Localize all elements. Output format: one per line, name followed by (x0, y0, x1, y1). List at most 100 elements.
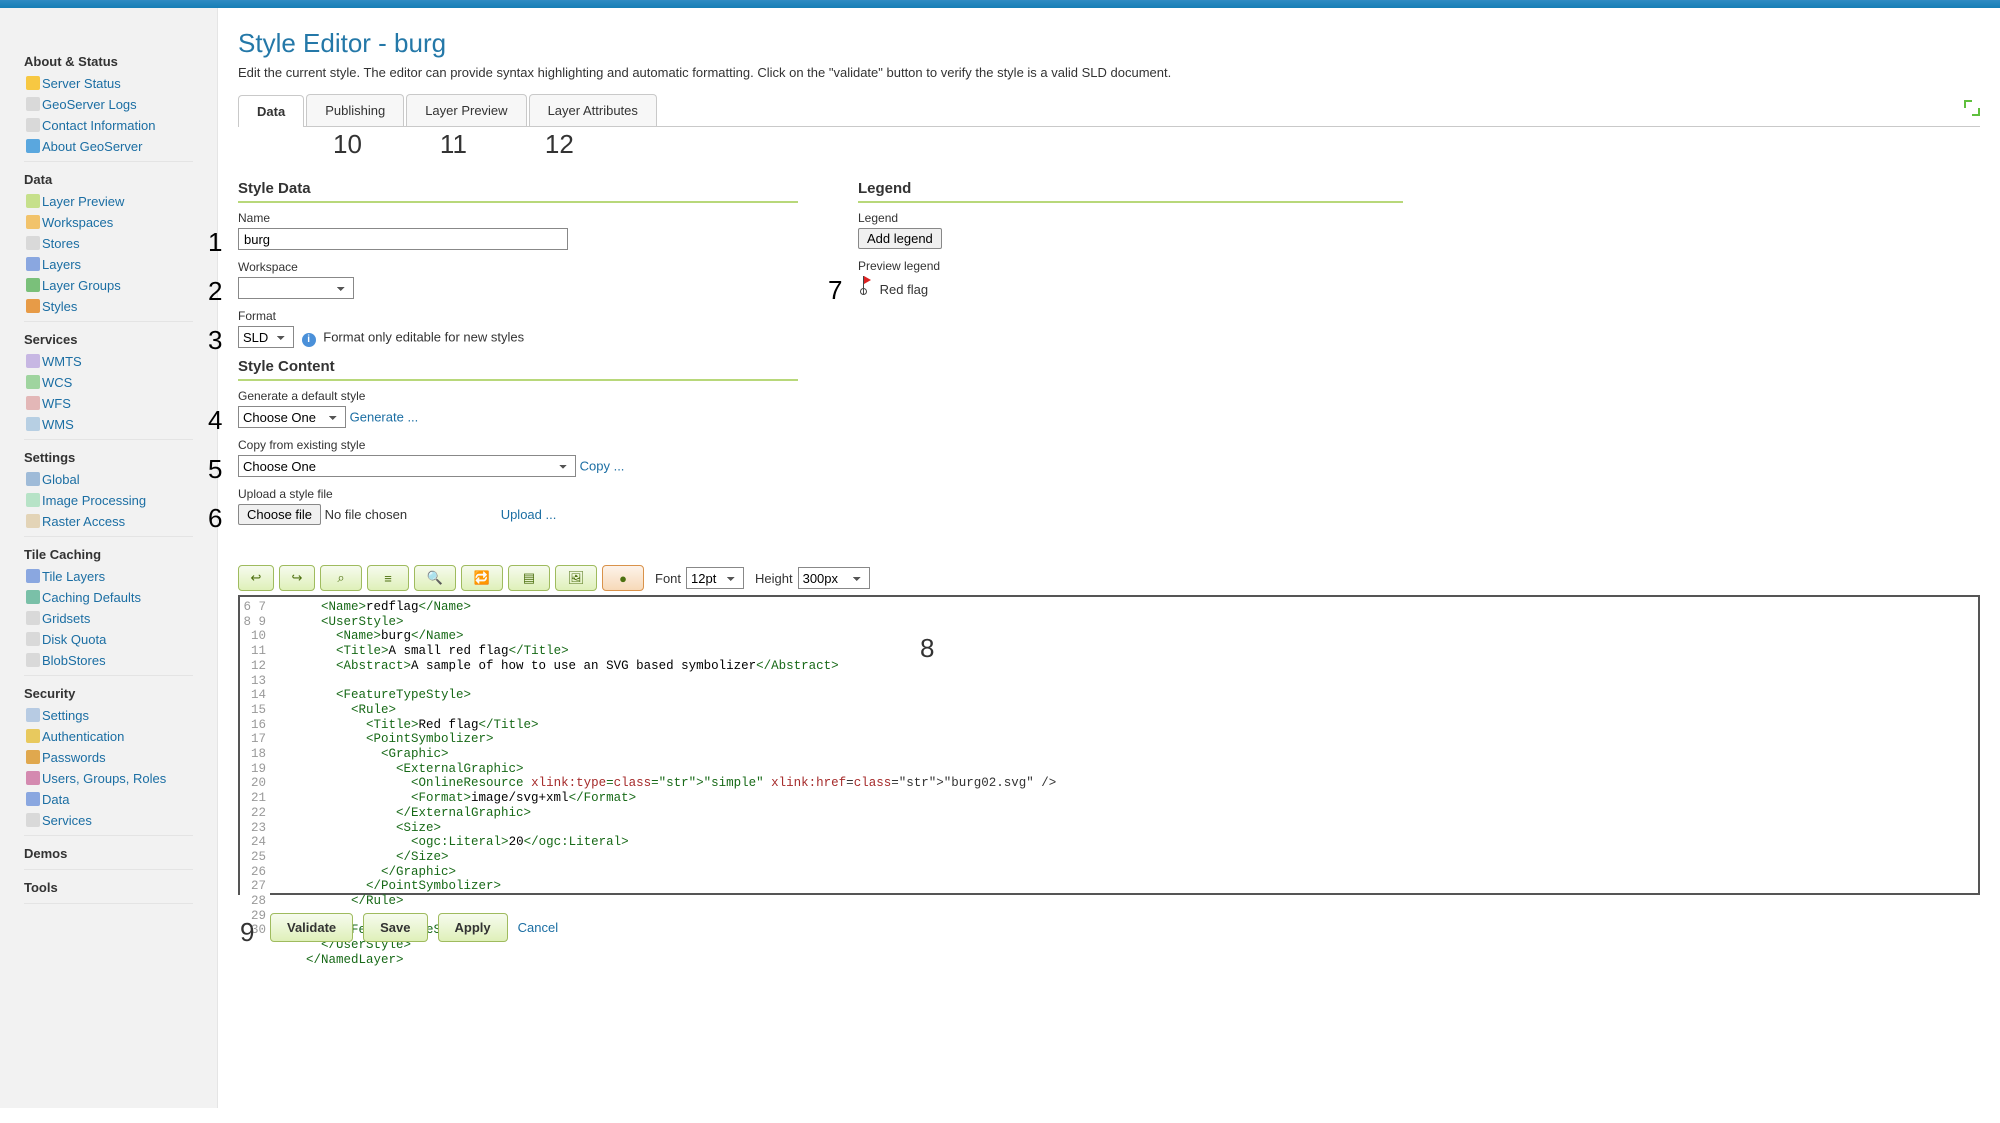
sidebar-item-icon (26, 354, 40, 368)
goto-button[interactable]: ⌕ (320, 565, 362, 591)
sidebar-item-passwords[interactable]: Passwords (0, 747, 217, 768)
callout-11: 11 (440, 129, 467, 160)
undo-button[interactable]: ↩ (238, 565, 274, 591)
page-subtitle: Edit the current style. The editor can p… (238, 65, 1980, 80)
copy-select[interactable]: Choose One (238, 455, 576, 477)
tab-data[interactable]: Data (238, 95, 304, 127)
height-label: Height (755, 571, 793, 586)
find-button[interactable]: 🔍 (414, 565, 456, 591)
font-select[interactable]: 12pt (686, 567, 744, 589)
validate-button[interactable]: Validate (270, 913, 353, 942)
findreplace-button[interactable]: 🔁 (461, 565, 503, 591)
callout-12: 12 (545, 129, 574, 160)
code-editor[interactable]: 6 7 8 9 10 11 12 13 14 15 16 17 18 19 20… (238, 595, 1980, 895)
callout-4: 4 (208, 405, 222, 436)
font-label: Font (655, 571, 681, 586)
sidebar-item-gridsets[interactable]: Gridsets (0, 608, 217, 629)
apply-button[interactable]: Apply (438, 913, 508, 942)
tab-publishing[interactable]: Publishing (306, 94, 404, 126)
sidebar-item-wms[interactable]: WMS (0, 414, 217, 435)
section-style-content: Style Content (238, 358, 798, 381)
format-select[interactable]: SLD (238, 326, 294, 348)
sidebar-item-icon (26, 750, 40, 764)
editor-toolbar: ↩ ↪ ⌕ ≡ 🔍 🔁 ▤ 🖼 ● Font 12pt Height 300px (238, 565, 1980, 591)
sidebar-item-icon (26, 514, 40, 528)
sidebar-item-styles[interactable]: Styles (0, 296, 217, 317)
add-legend-button[interactable]: Add legend (858, 228, 942, 249)
sidebar-item-icon (26, 653, 40, 667)
sidebar-item-icon (26, 632, 40, 646)
image-button[interactable]: 🖼 (555, 565, 597, 591)
sidebar-item-icon (26, 236, 40, 250)
sidebar-item-services[interactable]: Services (0, 810, 217, 831)
cancel-link[interactable]: Cancel (518, 920, 558, 935)
generate-link[interactable]: Generate ... (350, 410, 419, 425)
sidebar-item-layer-preview[interactable]: Layer Preview (0, 191, 217, 212)
reformat-button[interactable]: ≡ (367, 565, 409, 591)
copy-link[interactable]: Copy ... (580, 459, 625, 474)
info-icon: i (302, 333, 316, 347)
callout-1: 1 (208, 227, 222, 258)
sidebar-item-settings[interactable]: Settings (0, 705, 217, 726)
tab-layer-preview[interactable]: Layer Preview (406, 94, 526, 126)
insert-button[interactable]: ▤ (508, 565, 550, 591)
sidebar-item-wcs[interactable]: WCS (0, 372, 217, 393)
sidebar-group-about-status: About & Status (0, 48, 217, 73)
sidebar-item-icon (26, 194, 40, 208)
sidebar-item-layers[interactable]: Layers (0, 254, 217, 275)
sidebar-item-icon (26, 76, 40, 90)
callout-7: 7 (828, 275, 842, 306)
sidebar-item-about-geoserver[interactable]: About GeoServer (0, 136, 217, 157)
sidebar-item-users-groups-roles[interactable]: Users, Groups, Roles (0, 768, 217, 789)
fullscreen-icon[interactable] (1964, 100, 1980, 116)
sidebar-item-icon (26, 792, 40, 806)
sidebar-item-caching-defaults[interactable]: Caching Defaults (0, 587, 217, 608)
sidebar-item-server-status[interactable]: Server Status (0, 73, 217, 94)
sidebar-item-wfs[interactable]: WFS (0, 393, 217, 414)
callout-8: 8 (920, 633, 934, 664)
section-style-data: Style Data (238, 180, 798, 203)
height-select[interactable]: 300px (798, 567, 870, 589)
sidebar-item-layer-groups[interactable]: Layer Groups (0, 275, 217, 296)
sidebar-item-workspaces[interactable]: Workspaces (0, 212, 217, 233)
flag-icon (858, 276, 872, 294)
tab-layer-attributes[interactable]: Layer Attributes (529, 94, 657, 126)
sidebar-item-contact-information[interactable]: Contact Information (0, 115, 217, 136)
color-button[interactable]: ● (602, 565, 644, 591)
sidebar-item-icon (26, 97, 40, 111)
redo-button[interactable]: ↪ (279, 565, 315, 591)
save-button[interactable]: Save (363, 913, 427, 942)
generate-select[interactable]: Choose One (238, 406, 346, 428)
sidebar-item-blobstores[interactable]: BlobStores (0, 650, 217, 671)
sidebar-item-icon (26, 299, 40, 313)
upload-link[interactable]: Upload ... (501, 507, 557, 522)
sidebar-item-data[interactable]: Data (0, 789, 217, 810)
sidebar-group-demos: Demos (0, 840, 217, 865)
workspace-select[interactable] (238, 277, 354, 299)
sidebar-item-disk-quota[interactable]: Disk Quota (0, 629, 217, 650)
callout-9: 9 (240, 917, 254, 948)
choose-file-button[interactable]: Choose file (238, 504, 321, 525)
sidebar-item-authentication[interactable]: Authentication (0, 726, 217, 747)
callout-5: 5 (208, 454, 222, 485)
sidebar-item-tile-layers[interactable]: Tile Layers (0, 566, 217, 587)
sidebar-item-wmts[interactable]: WMTS (0, 351, 217, 372)
sidebar-item-raster-access[interactable]: Raster Access (0, 511, 217, 532)
sidebar-item-stores[interactable]: Stores (0, 233, 217, 254)
sidebar-item-icon (26, 472, 40, 486)
sidebar-item-image-processing[interactable]: Image Processing (0, 490, 217, 511)
tab-callouts: 10 11 12 (333, 129, 1980, 160)
format-label: Format (238, 309, 798, 323)
sidebar-item-icon (26, 493, 40, 507)
copy-label: Copy from existing style (238, 438, 798, 452)
sidebar-item-icon (26, 278, 40, 292)
sidebar-item-geoserver-logs[interactable]: GeoServer Logs (0, 94, 217, 115)
callout-6: 6 (208, 503, 222, 534)
name-field[interactable] (238, 228, 568, 250)
sidebar-item-global[interactable]: Global (0, 469, 217, 490)
sidebar: About & StatusServer StatusGeoServer Log… (0, 8, 218, 1108)
sidebar-item-icon (26, 118, 40, 132)
preview-legend-label: Preview legend (858, 259, 1403, 273)
sidebar-item-icon (26, 215, 40, 229)
workspace-label: Workspace (238, 260, 798, 274)
